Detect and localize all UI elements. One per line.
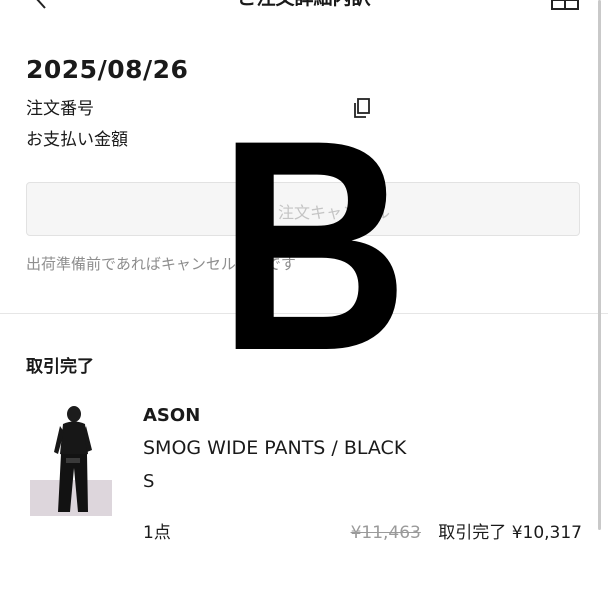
- price-row: ¥11,463 取引完了 ¥10,317: [351, 522, 582, 544]
- item-status-label: 取引完了: [438, 523, 507, 543]
- product-size: S: [143, 471, 155, 492]
- transaction-status-heading: 取引完了: [26, 357, 94, 377]
- overlay-letter: B: [218, 77, 409, 413]
- product-brand[interactable]: ASON: [143, 405, 200, 427]
- product-name[interactable]: SMOG WIDE PANTS / BLACK: [143, 436, 406, 460]
- product-image[interactable]: [30, 402, 112, 516]
- menu-grid-icon[interactable]: [549, 0, 581, 10]
- order-number-label: 注文番号: [26, 99, 94, 119]
- page-title: ご注文詳細内訳: [0, 0, 608, 10]
- original-price: ¥11,463: [350, 523, 421, 543]
- product-quantity: 1点: [143, 523, 171, 543]
- scrollbar[interactable]: [598, 0, 601, 530]
- top-bar: ご注文詳細内訳: [0, 0, 608, 14]
- order-date: 2025/08/26: [26, 55, 189, 84]
- sale-price: ¥10,317: [511, 523, 582, 543]
- payment-amount-label: お支払い金額: [26, 130, 128, 150]
